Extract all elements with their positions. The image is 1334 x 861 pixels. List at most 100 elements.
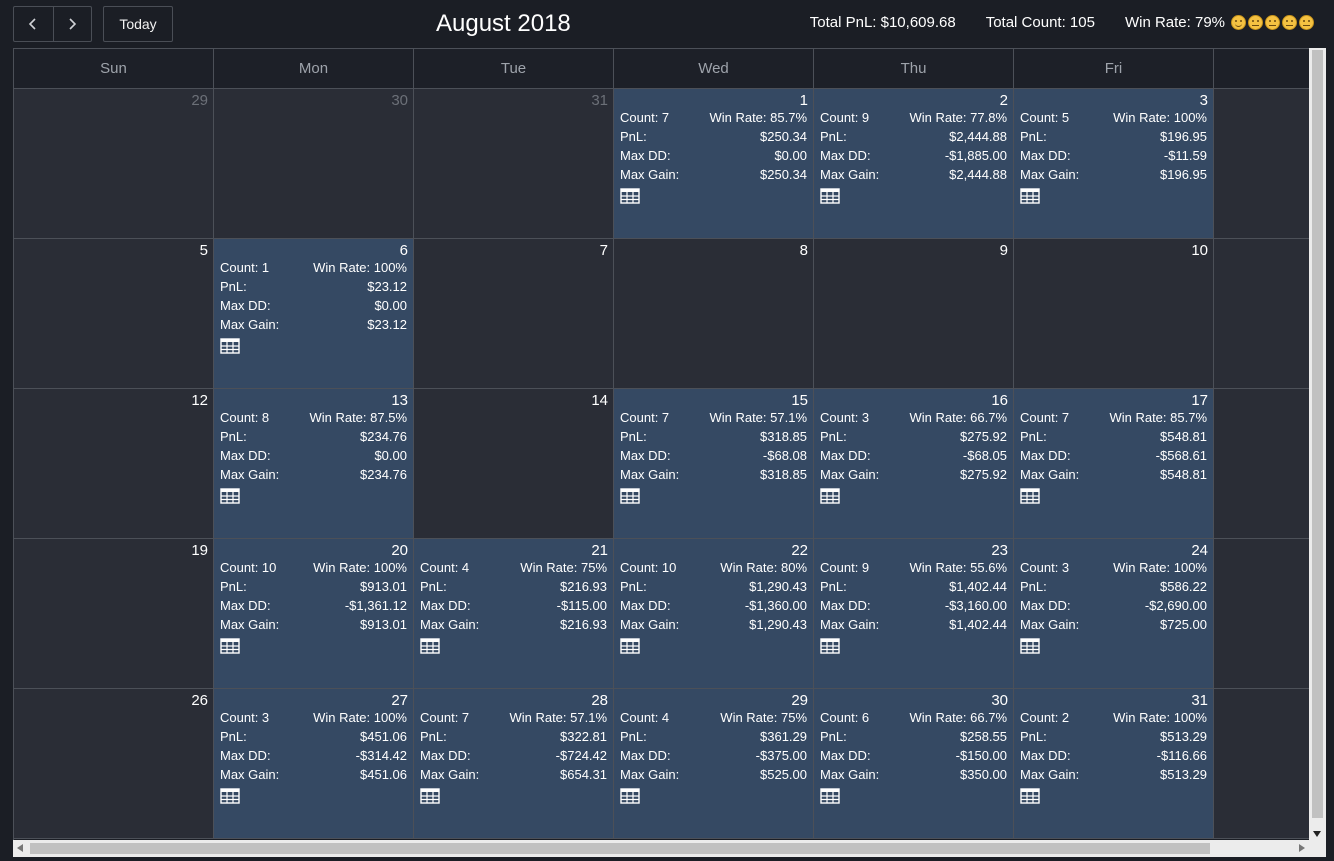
weekday-header-cell: Mon [214, 49, 414, 89]
chevron-left-icon [29, 18, 36, 30]
prev-month-button[interactable] [14, 7, 53, 41]
day-cell-with-trades[interactable]: 20 Count: 10 Win Rate: 100% PnL: $913.01 Max … [214, 539, 414, 689]
max-gain-value: $451.06 [360, 767, 407, 782]
table-grid-icon[interactable] [820, 188, 840, 204]
weekday-header-cell: S [1214, 49, 1309, 89]
day-cell-with-trades[interactable]: 24 Count: 3 Win Rate: 100% PnL: $586.22 Max D… [1014, 539, 1214, 689]
table-grid-icon[interactable] [820, 638, 840, 654]
day-cell[interactable] [1214, 89, 1309, 239]
vertical-scrollbar[interactable] [1309, 48, 1326, 840]
table-grid-icon[interactable] [220, 638, 240, 654]
day-cell[interactable]: 9 [814, 239, 1014, 389]
scroll-left-arrow-icon[interactable] [17, 844, 23, 852]
horizontal-scroll-thumb[interactable] [30, 843, 1210, 854]
day-cell[interactable]: 26 [14, 689, 214, 839]
max-dd-label: Max DD: [1020, 598, 1071, 613]
table-grid-icon[interactable] [820, 788, 840, 804]
day-cell-with-trades[interactable]: 27 Count: 3 Win Rate: 100% PnL: $451.06 Max D… [214, 689, 414, 839]
day-cell[interactable]: 7 [414, 239, 614, 389]
scroll-right-arrow-icon[interactable] [1299, 844, 1305, 852]
max-gain-label: Max Gain: [620, 767, 680, 782]
max-gain-value: $318.85 [760, 467, 807, 482]
day-cell[interactable]: 29 [14, 89, 214, 239]
table-grid-icon[interactable] [620, 188, 640, 204]
max-dd-label: Max DD: [420, 598, 471, 613]
day-cell-with-trades[interactable]: 2 Count: 9 Win Rate: 77.8% PnL: $2,444.88 Max… [814, 89, 1014, 239]
max-gain-value: $913.01 [360, 617, 407, 632]
day-number: 16 [991, 392, 1008, 409]
max-dd-label: Max DD: [620, 748, 671, 763]
max-gain-label: Max Gain: [620, 617, 680, 632]
scroll-down-arrow-icon[interactable] [1313, 831, 1321, 837]
table-grid-icon[interactable] [620, 488, 640, 504]
next-month-button[interactable] [52, 7, 92, 41]
table-grid-icon[interactable] [1020, 488, 1040, 504]
table-grid-icon[interactable] [1020, 638, 1040, 654]
day-cell-with-trades[interactable]: 29 Count: 4 Win Rate: 75% PnL: $361.29 Max DD… [614, 689, 814, 839]
day-cell-with-trades[interactable]: 23 Count: 9 Win Rate: 55.6% PnL: $1,402.44 Ma… [814, 539, 1014, 689]
day-cell-with-trades[interactable]: 3 Count: 5 Win Rate: 100% PnL: $196.95 Max DD… [1014, 89, 1214, 239]
max-dd-value: $0.00 [774, 148, 807, 163]
day-cell-with-trades[interactable]: 1 Count: 7 Win Rate: 85.7% PnL: $250.34 Max D… [614, 89, 814, 239]
max-dd-label: Max DD: [620, 598, 671, 613]
table-grid-icon[interactable] [620, 638, 640, 654]
day-cell-with-trades[interactable]: 21 Count: 4 Win Rate: 75% PnL: $216.93 Max DD… [414, 539, 614, 689]
pnl-value: $322.81 [560, 729, 607, 744]
table-grid-icon[interactable] [220, 788, 240, 804]
pnl-value: $318.85 [760, 429, 807, 444]
day-cell-with-trades[interactable]: 6 Count: 1 Win Rate: 100% PnL: $23.12 Max DD:… [214, 239, 414, 389]
day-cell[interactable]: 19 [14, 539, 214, 689]
max-gain-value: $1,402.44 [949, 617, 1007, 632]
day-win-rate: Win Rate: 100% [1113, 710, 1207, 725]
max-dd-label: Max DD: [220, 448, 271, 463]
day-cell-with-trades[interactable]: 31 Count: 2 Win Rate: 100% PnL: $513.29 Max D… [1014, 689, 1214, 839]
day-cell[interactable]: 14 [414, 389, 614, 539]
weekday-header-cell: Sun [14, 49, 214, 89]
max-dd-value: -$568.61 [1155, 448, 1207, 463]
horizontal-scrollbar[interactable] [13, 840, 1309, 857]
table-grid-icon[interactable] [1020, 788, 1040, 804]
day-cell[interactable]: 10 [1014, 239, 1214, 389]
pnl-label: PnL: [820, 579, 847, 594]
day-number: 2 [999, 92, 1008, 109]
day-number: 7 [599, 242, 608, 259]
day-number: 20 [391, 542, 408, 559]
day-cell-with-trades[interactable]: 30 Count: 6 Win Rate: 66.7% PnL: $258.55 Max … [814, 689, 1014, 839]
day-cell[interactable]: 12 [14, 389, 214, 539]
max-gain-value: $548.81 [1160, 467, 1207, 482]
day-cell-with-trades[interactable]: 15 Count: 7 Win Rate: 57.1% PnL: $318.85 Max … [614, 389, 814, 539]
max-dd-label: Max DD: [620, 148, 671, 163]
table-grid-icon[interactable] [820, 488, 840, 504]
table-grid-icon[interactable] [220, 338, 240, 354]
day-cell-with-trades[interactable]: 16 Count: 3 Win Rate: 66.7% PnL: $275.92 Max … [814, 389, 1014, 539]
day-cell[interactable]: 5 [14, 239, 214, 389]
day-cell[interactable] [1214, 689, 1309, 839]
day-cell[interactable] [1214, 389, 1309, 539]
table-grid-icon[interactable] [420, 788, 440, 804]
vertical-scroll-thumb[interactable] [1312, 50, 1323, 818]
day-cell-with-trades[interactable]: 22 Count: 10 Win Rate: 80% PnL: $1,290.43 Max… [614, 539, 814, 689]
max-dd-label: Max DD: [220, 298, 271, 313]
table-grid-icon[interactable] [220, 488, 240, 504]
table-grid-icon[interactable] [1020, 188, 1040, 204]
today-button[interactable]: Today [103, 6, 173, 42]
day-cell[interactable]: 8 [614, 239, 814, 389]
day-cell-with-trades[interactable]: 28 Count: 7 Win Rate: 57.1% PnL: $322.81 Max … [414, 689, 614, 839]
max-dd-value: -$375.00 [755, 748, 807, 763]
max-dd-value: -$68.08 [762, 448, 807, 463]
day-cell[interactable] [1214, 239, 1309, 389]
max-dd-label: Max DD: [620, 448, 671, 463]
meh-emoji-icon [1282, 15, 1297, 30]
table-grid-icon[interactable] [620, 788, 640, 804]
day-cell[interactable] [1214, 539, 1309, 689]
day-cell[interactable]: 31 [414, 89, 614, 239]
day-cell-with-trades[interactable]: 13 Count: 8 Win Rate: 87.5% PnL: $234.76 Max … [214, 389, 414, 539]
weekday-header-cell: Fri [1014, 49, 1214, 89]
table-grid-icon[interactable] [420, 638, 440, 654]
day-cell-with-trades[interactable]: 17 Count: 7 Win Rate: 85.7% PnL: $548.81 Max … [1014, 389, 1214, 539]
day-cell[interactable]: 30 [214, 89, 414, 239]
max-dd-value: -$115.00 [556, 598, 607, 613]
week-row: 19 20 Count: 10 Win Rate: 100% PnL: $913.01 Ma… [14, 539, 1309, 689]
day-number: 29 [791, 692, 808, 709]
day-win-rate: Win Rate: 100% [1113, 110, 1207, 125]
